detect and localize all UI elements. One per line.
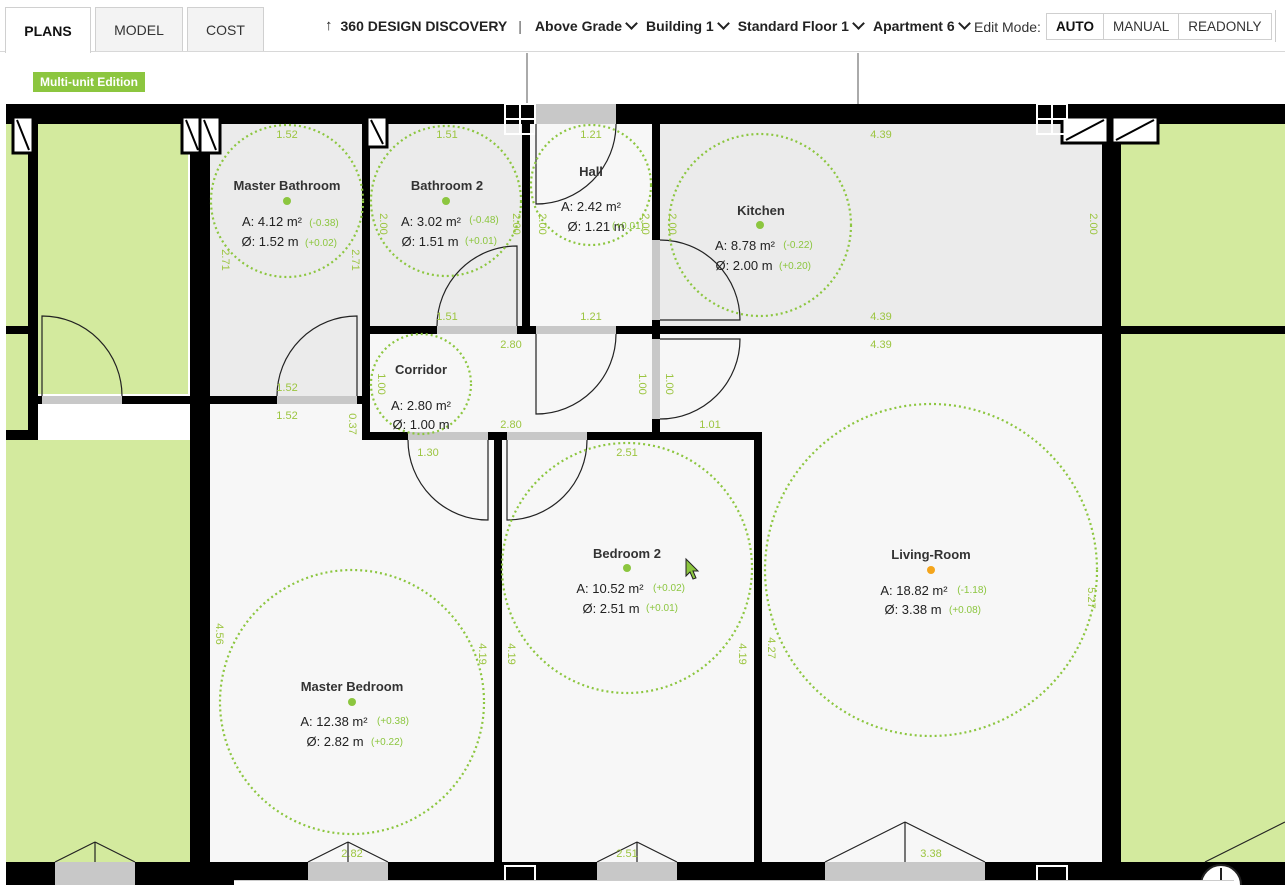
dim-label: 2.80 [500, 339, 521, 351]
dim-label: 2.80 [500, 419, 521, 431]
room-name: Kitchen [737, 203, 785, 218]
dim-label: 1.00 [663, 373, 675, 394]
room-area: A: 3.02 m² [401, 214, 462, 229]
room-area-delta: (-0.38) [309, 218, 338, 229]
dim-label: 2.51 [616, 447, 637, 459]
room-area: A: 8.78 m² [715, 238, 776, 253]
room-area-delta: (-0.48) [469, 215, 498, 226]
room-diameter-delta: (+0.02) [305, 238, 337, 249]
dim-label: 4.39 [870, 129, 891, 141]
room-area: A: 10.52 m² [576, 581, 644, 596]
dim-label: 5.27 [1085, 587, 1097, 608]
room-area: A: 12.38 m² [300, 714, 368, 729]
dim-label: 2.82 [341, 848, 362, 860]
room-diameter: Ø: 2.51 m [582, 601, 639, 616]
dim-label: 2.00 [536, 213, 548, 234]
room-diameter: Ø: 1.00 m [392, 417, 449, 432]
room-diameter: Ø: 1.51 m [401, 234, 458, 249]
dim-label: 2.71 [349, 249, 361, 270]
room-area-delta: (-0.22) [783, 240, 812, 251]
dim-label: 1.00 [636, 373, 648, 394]
dim-label: 4.19 [476, 643, 488, 664]
dim-label: 4.39 [870, 339, 891, 351]
dim-label: 2.71 [219, 249, 231, 270]
bottom-ruler [234, 880, 1234, 886]
dim-label: 1.21 [580, 129, 601, 141]
dim-label: 1.21 [580, 311, 601, 323]
room-name: Living-Room [891, 547, 970, 562]
room-area-delta: (-1.18) [957, 585, 986, 596]
dim-label: 1.52 [276, 382, 297, 394]
dim-label: 1.51 [436, 129, 457, 141]
room-diameter-delta: (+0.22) [371, 737, 403, 748]
room-name: Master Bathroom [234, 178, 341, 193]
room-diameter-delta: (+0.01) [646, 603, 678, 614]
dim-label: 2.00 [377, 213, 389, 234]
room-diameter-delta: (+0.01) [465, 236, 497, 247]
dim-label: 1.52 [276, 410, 297, 422]
floor-plan-canvas[interactable]: Master Bathroom A: 4.12 m² (-0.38) Ø: 1.… [0, 0, 1285, 885]
room-area-delta: (+0.38) [377, 716, 409, 727]
room-diameter: Ø: 1.52 m [241, 234, 298, 249]
room-name: Bathroom 2 [411, 178, 483, 193]
dim-label: 1.51 [436, 311, 457, 323]
room-diameter-delta: (+0.20) [779, 261, 811, 272]
room-diameter: Ø: 3.38 m [884, 602, 941, 617]
dim-label: 1.52 [276, 129, 297, 141]
edition-badge: Multi-unit Edition [33, 72, 145, 92]
room-name: Master Bedroom [301, 679, 404, 694]
room-diameter-delta: (+0.08) [949, 605, 981, 616]
room-name: Corridor [395, 362, 447, 377]
dim-label: 4.27 [765, 637, 777, 658]
room-area-delta: (+0.02) [653, 583, 685, 594]
room-name: Hall [579, 164, 603, 179]
room-area: A: 2.80 m² [391, 398, 452, 413]
dim-label: 3.38 [920, 848, 941, 860]
room-area: A: 4.12 m² [242, 214, 303, 229]
dim-label: 2.00 [639, 213, 651, 234]
dim-label: 2.00 [666, 213, 678, 234]
room-diameter: Ø: 2.82 m [306, 734, 363, 749]
room-area: A: 2.42 m² [561, 199, 622, 214]
dim-label: 2.00 [1087, 213, 1099, 234]
dim-label: 4.19 [736, 643, 748, 664]
dim-label: 2.51 [616, 848, 637, 860]
dim-label: 1.00 [375, 373, 387, 394]
room-area: A: 18.82 m² [880, 583, 948, 598]
dim-label: 0.37 [346, 413, 358, 434]
dim-label: 4.56 [213, 623, 225, 644]
dim-label: 1.01 [699, 419, 720, 431]
dim-label: 1.30 [417, 447, 438, 459]
dim-label: 4.19 [505, 643, 517, 664]
reference-lines [526, 53, 859, 104]
room-diameter: Ø: 2.00 m [715, 258, 772, 273]
room-name: Bedroom 2 [593, 546, 661, 561]
dim-label: 4.39 [870, 311, 891, 323]
dim-label: 2.00 [510, 213, 522, 234]
